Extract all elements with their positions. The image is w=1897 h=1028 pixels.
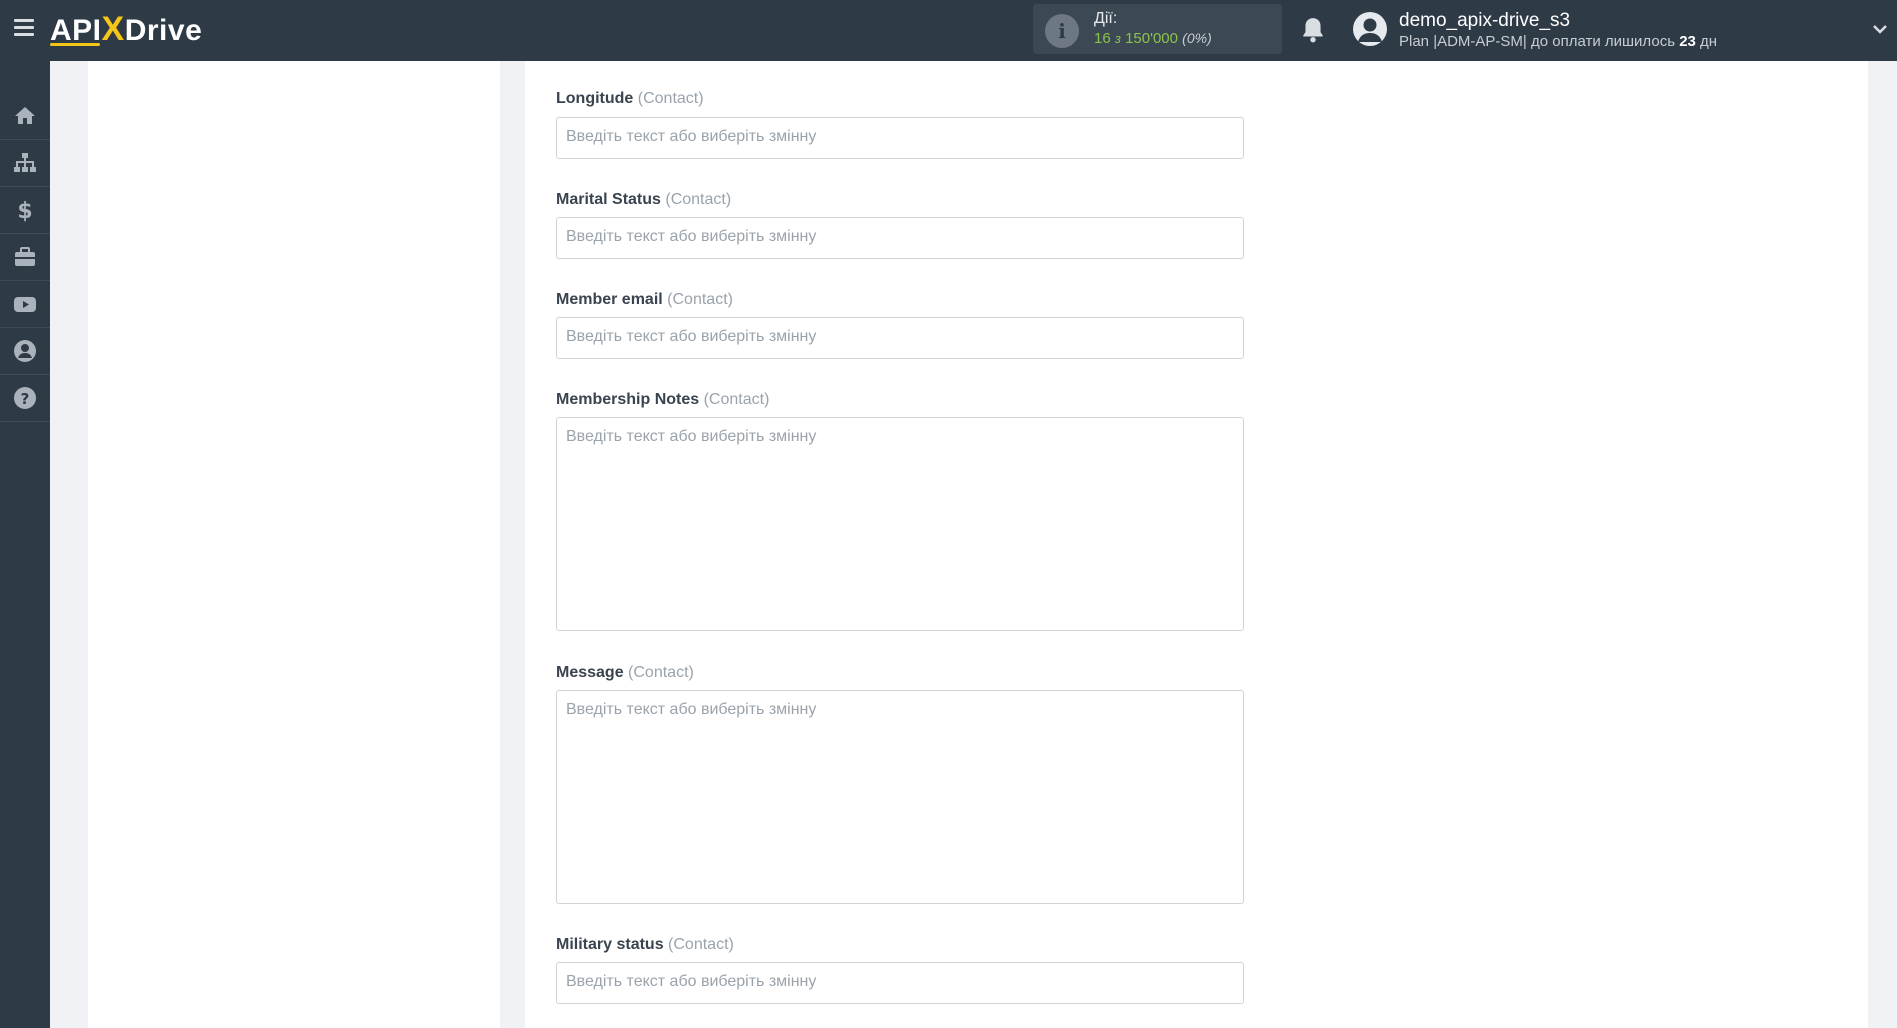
user-circle-icon	[14, 340, 36, 362]
field-label-member-email: Member email (Contact)	[556, 291, 733, 308]
sidebar-item-connections[interactable]	[0, 140, 50, 187]
actions-of: з	[1114, 31, 1121, 46]
top-bar: APIXDrive i Дії: 16 з 150'000 (0%) demo_…	[0, 0, 1897, 61]
member-email-input[interactable]: Введіть текст або виберіть змінну	[556, 317, 1244, 359]
sidebar-item-help[interactable]: ?	[0, 375, 50, 422]
actions-label: Дії:	[1094, 10, 1118, 27]
briefcase-icon	[15, 247, 35, 266]
svg-text:$: $	[17, 199, 32, 222]
home-icon	[15, 107, 35, 124]
field-label-marital-status: Marital Status (Contact)	[556, 191, 732, 208]
actions-used: 16	[1094, 30, 1111, 47]
user-icon	[1358, 18, 1382, 42]
plan-info: Plan |ADM-AP-SM| до оплати лишилось 23 д…	[1399, 33, 1717, 50]
sidebar-item-home[interactable]	[0, 93, 50, 140]
dollar-icon: $	[17, 199, 32, 222]
sidebar-item-account[interactable]	[0, 328, 50, 375]
info-icon[interactable]: i	[1045, 14, 1079, 48]
youtube-icon	[14, 297, 36, 312]
sidebar-item-billing[interactable]: $	[0, 187, 50, 234]
sidebar: $ ?	[0, 61, 50, 1028]
field-label-military-status: Military status (Contact)	[556, 936, 734, 953]
sidebar-item-services[interactable]	[0, 234, 50, 281]
chevron-down-icon[interactable]	[1872, 22, 1888, 36]
longitude-input[interactable]: Введіть текст або виберіть змінну	[556, 117, 1244, 159]
field-label-longitude: Longitude (Contact)	[556, 90, 704, 107]
avatar[interactable]	[1353, 12, 1387, 46]
military-status-input[interactable]: Введіть текст або виберіть змінну	[556, 962, 1244, 1004]
menu-icon[interactable]	[14, 19, 34, 37]
svg-text:?: ?	[21, 390, 30, 408]
field-label-message: Message (Contact)	[556, 664, 694, 681]
actions-counter: i Дії: 16 з 150'000 (0%)	[1033, 4, 1282, 54]
help-icon: ?	[14, 387, 36, 409]
plan-prefix: Plan |ADM-AP-SM| до оплати лишилось	[1399, 33, 1676, 50]
sitemap-icon	[14, 153, 36, 172]
bell-icon[interactable]	[1300, 16, 1326, 44]
left-panel	[88, 61, 500, 1028]
plan-days: 23	[1679, 33, 1696, 50]
membership-notes-textarea[interactable]: Введіть текст або виберіть змінну	[556, 417, 1244, 631]
field-label-membership-notes: Membership Notes (Contact)	[556, 391, 770, 408]
actions-value: 16 з 150'000 (0%)	[1094, 30, 1212, 47]
logo-underline	[50, 43, 100, 46]
actions-percent: (0%)	[1182, 30, 1212, 46]
sidebar-item-video[interactable]	[0, 281, 50, 328]
marital-status-input[interactable]: Введіть текст або виберіть змінну	[556, 217, 1244, 259]
plan-days-suffix: дн	[1700, 33, 1718, 50]
message-textarea[interactable]: Введіть текст або виберіть змінну	[556, 690, 1244, 904]
username[interactable]: demo_apix-drive_s3	[1399, 10, 1570, 32]
actions-total: 150'000	[1125, 30, 1178, 47]
